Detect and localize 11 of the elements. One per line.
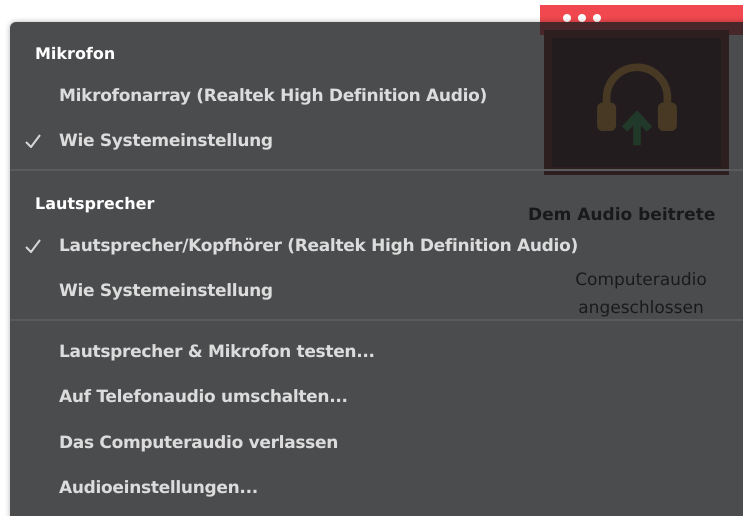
menu-item[interactable]: Das Computeraudio verlassen xyxy=(10,424,338,461)
section-header: Mikrofon xyxy=(34,43,116,65)
menu-item[interactable]: Wie Systemeinstellung xyxy=(10,272,273,308)
menu-item[interactable]: Audioeinstellungen... xyxy=(10,470,258,506)
menu-item[interactable]: Auf Telefonaudio umschalten... xyxy=(10,379,348,416)
menu-item[interactable]: Wie Systemeinstellung xyxy=(10,122,273,158)
more-icon[interactable] xyxy=(562,13,602,23)
section-header: Lautsprecher xyxy=(34,193,154,215)
menu-item[interactable]: Lautsprecher/Kopfhörer (Realtek High Definition Audio) xyxy=(10,228,578,264)
menu-item[interactable]: Lautsprecher & Mikrofon testen... xyxy=(10,334,375,370)
menu-item[interactable]: Mikrofonarray (Realtek High Definition Audio) xyxy=(10,78,487,114)
